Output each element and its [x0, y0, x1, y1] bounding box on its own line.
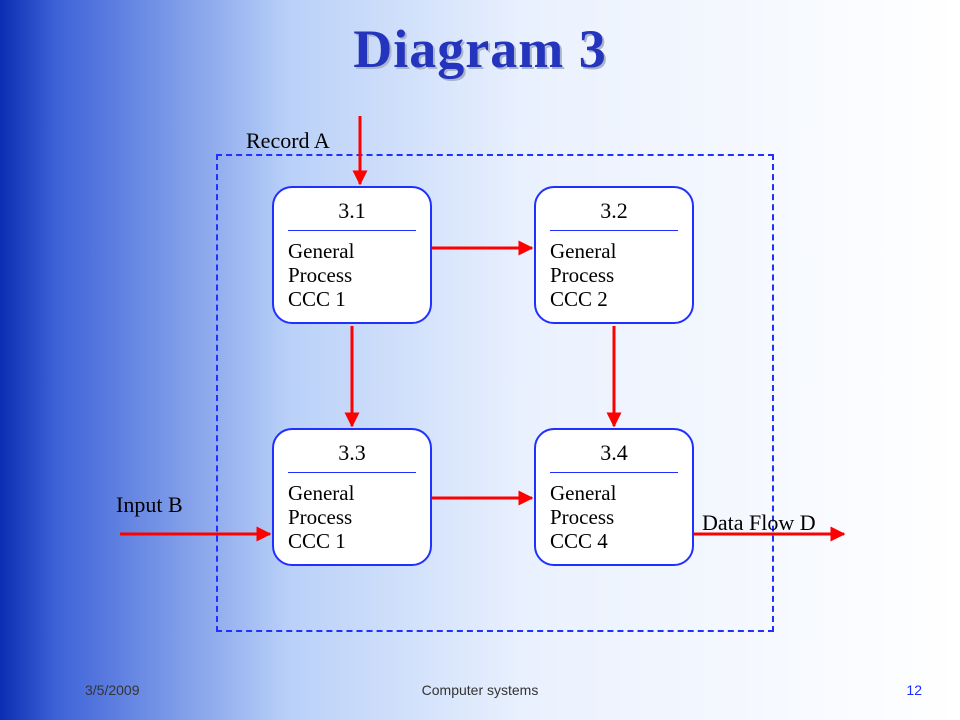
footer-title: Computer systems — [0, 682, 960, 698]
process-name-line: CCC 1 — [288, 287, 346, 311]
process-name: General Process CCC 1 — [288, 481, 416, 553]
process-name-line: CCC 1 — [288, 529, 346, 553]
process-name-line: CCC 2 — [550, 287, 608, 311]
process-name-line: General — [550, 239, 616, 263]
process-name: General Process CCC 1 — [288, 239, 416, 311]
process-id: 3.2 — [550, 198, 678, 231]
slide: Diagram 3 Record A Input B Data Flow D 3… — [0, 0, 960, 720]
process-name-line: General — [288, 481, 354, 505]
process-name-line: Process — [550, 263, 614, 287]
process-name: General Process CCC 2 — [550, 239, 678, 311]
process-name-line: Process — [288, 505, 352, 529]
process-name-line: Process — [288, 263, 352, 287]
process-3-1: 3.1 General Process CCC 1 — [272, 186, 432, 324]
label-data-flow-d: Data Flow D — [702, 510, 816, 536]
process-id: 3.1 — [288, 198, 416, 231]
process-name-line: General — [550, 481, 616, 505]
process-3-3: 3.3 General Process CCC 1 — [272, 428, 432, 566]
process-name-line: Process — [550, 505, 614, 529]
process-id: 3.3 — [288, 440, 416, 473]
process-name-line: General — [288, 239, 354, 263]
label-input-b: Input B — [116, 492, 183, 518]
process-name-line: CCC 4 — [550, 529, 608, 553]
process-3-4: 3.4 General Process CCC 4 — [534, 428, 694, 566]
process-name: General Process CCC 4 — [550, 481, 678, 553]
footer-page-number: 12 — [906, 682, 922, 698]
diagram-title: Diagram 3 — [0, 18, 960, 80]
label-record-a: Record A — [246, 128, 330, 154]
process-id: 3.4 — [550, 440, 678, 473]
process-3-2: 3.2 General Process CCC 2 — [534, 186, 694, 324]
